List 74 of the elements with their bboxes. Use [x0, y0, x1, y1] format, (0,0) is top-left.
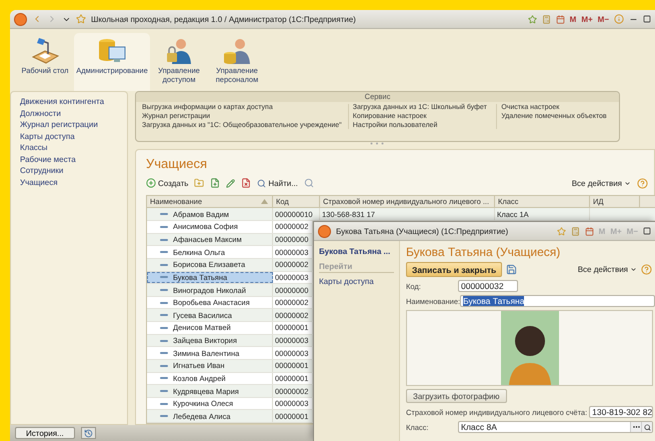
- item-icon: [160, 226, 168, 228]
- resize-grip-icon[interactable]: [370, 142, 384, 145]
- text-field[interactable]: Букова Татьяна: [460, 295, 655, 307]
- all-actions-button[interactable]: Все действия: [578, 265, 637, 274]
- database-monitor-icon: [97, 37, 127, 65]
- item-icon: [160, 302, 168, 304]
- help-icon[interactable]: [641, 264, 652, 275]
- item-icon: [160, 377, 168, 380]
- person-coins-icon: [222, 37, 252, 65]
- item-icon: [160, 251, 168, 254]
- class-field[interactable]: Класс 8А: [458, 421, 653, 433]
- caret-icon: [630, 266, 637, 273]
- nav-link[interactable]: Классы: [20, 143, 127, 152]
- pencil-icon[interactable]: [226, 178, 236, 188]
- maximize-icon[interactable]: [643, 15, 651, 23]
- save-close-button[interactable]: Записать и закрыть: [406, 262, 502, 277]
- side-title: Букова Татьяна ...: [319, 247, 392, 256]
- list-title: Учащиеся: [146, 156, 208, 171]
- nav-link[interactable]: Движения контингента: [20, 97, 127, 106]
- item-icon: [160, 402, 168, 405]
- search-icon[interactable]: [641, 422, 652, 432]
- form-heading: Букова Татьяна (Учащиеся): [406, 245, 562, 259]
- memory-button[interactable]: M: [570, 14, 576, 24]
- star-icon[interactable]: [528, 14, 537, 24]
- star-icon[interactable]: [76, 14, 86, 24]
- history-button[interactable]: История...: [15, 427, 75, 439]
- item-icon: [160, 415, 168, 418]
- item-icon: [160, 213, 168, 216]
- nav-link[interactable]: Сотрудники: [20, 166, 127, 175]
- dialog-title: Букова Татьяна (Учащиеся) (1С:Предприятие): [336, 226, 510, 236]
- more-icon[interactable]: [630, 422, 641, 432]
- search-icon: [257, 178, 266, 188]
- item-icon: [160, 364, 168, 367]
- caret-icon: [624, 180, 631, 186]
- folder-plus-icon[interactable]: [194, 178, 204, 188]
- info-icon[interactable]: [614, 14, 624, 24]
- file-plus-icon[interactable]: [210, 178, 220, 188]
- person-lock-icon: [164, 37, 194, 65]
- calendar-icon[interactable]: [584, 226, 594, 236]
- text-field[interactable]: 000000032: [458, 280, 518, 292]
- calculator-icon[interactable]: [570, 226, 580, 236]
- item-icon: [160, 326, 168, 329]
- plus-icon: [146, 178, 156, 188]
- text-field[interactable]: 130-819-302 82: [589, 406, 654, 418]
- sort-icon: [261, 199, 268, 204]
- all-actions-button[interactable]: Все действия: [572, 178, 631, 188]
- create-button[interactable]: Создать: [146, 178, 188, 188]
- nav-link[interactable]: Карты доступа: [20, 132, 127, 140]
- window-title: Школьная проходная, редакция 1.0 / Администратор (1С:Предприятие): [91, 14, 357, 24]
- nav-link[interactable]: Должности: [20, 108, 127, 118]
- find-button[interactable]: Найти...: [257, 178, 298, 188]
- item-icon: [160, 276, 168, 278]
- goto-heading: Перейти: [319, 262, 394, 273]
- desk-lamp-icon: [30, 37, 60, 65]
- calendar-icon[interactable]: [556, 14, 565, 24]
- nav-link[interactable]: Журнал регистрации: [20, 120, 127, 129]
- item-icon: [160, 352, 168, 354]
- memory-button[interactable]: M−: [598, 14, 609, 24]
- star-icon[interactable]: [556, 226, 566, 236]
- delete-icon[interactable]: [241, 178, 252, 188]
- nav-link[interactable]: Рабочие места: [20, 154, 127, 164]
- side-link[interactable]: Карты доступа: [319, 277, 394, 286]
- maximize-icon[interactable]: [643, 227, 651, 235]
- help-icon[interactable]: [637, 178, 648, 188]
- calculator-icon[interactable]: [542, 14, 551, 24]
- load-photo-button[interactable]: Загрузить фотографию: [406, 389, 506, 403]
- logo-icon: [14, 12, 27, 26]
- item-icon: [160, 264, 168, 266]
- save-icon[interactable]: [506, 264, 518, 275]
- window-switch-icon[interactable]: [80, 427, 96, 439]
- item-icon: [160, 314, 168, 316]
- nav-link[interactable]: Учащиеся: [20, 178, 127, 186]
- logo-icon: [318, 224, 331, 238]
- memory-button[interactable]: M+: [581, 14, 593, 24]
